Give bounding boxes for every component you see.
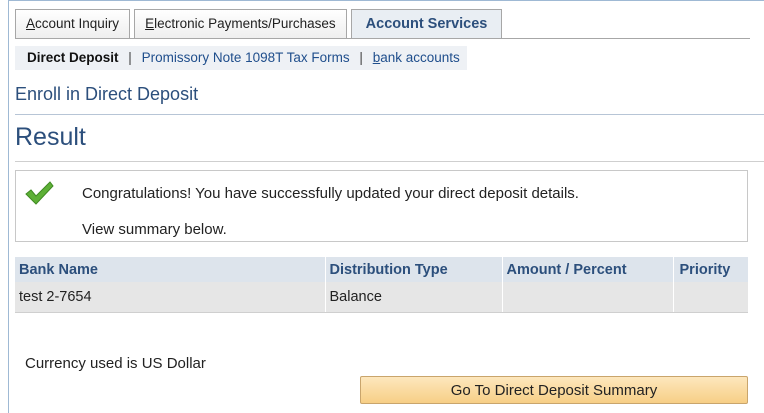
column-header-bank-name: Bank Name [15, 257, 326, 282]
subnav-link-promissory-note[interactable]: Promissory Note 1098T Tax Forms [142, 50, 350, 65]
table-header-row: Bank Name Distribution Type Amount / Per… [15, 257, 748, 282]
page-title: Result [15, 123, 86, 151]
column-header-amount-percent: Amount / Percent [502, 257, 674, 282]
tab-electronic-payments[interactable]: Electronic Payments/Purchases [134, 9, 347, 39]
subnav-separator: | [128, 50, 132, 65]
tab-bar: Account Inquiry Electronic Payments/Purc… [15, 9, 506, 39]
go-to-summary-button[interactable]: Go To Direct Deposit Summary [360, 376, 748, 404]
subnav-link-bank-accounts[interactable]: bank accounts [373, 50, 460, 65]
column-header-priority: Priority [673, 257, 748, 282]
subnav-current-direct-deposit: Direct Deposit [27, 50, 119, 65]
cell-bank-name: test 2-7654 [15, 282, 326, 313]
column-header-distribution-type: Distribution Type [325, 257, 503, 282]
success-message: Congratulations! You have successfully u… [82, 185, 579, 202]
page-subtitle: Enroll in Direct Deposit [15, 84, 199, 104]
tab-account-services[interactable]: Account Services [350, 9, 503, 39]
divider [15, 114, 764, 115]
currency-note: Currency used is US Dollar [25, 355, 206, 372]
tab-underline [15, 38, 750, 39]
cell-priority [673, 282, 748, 313]
subnav-separator: | [359, 50, 363, 65]
summary-hint: View summary below. [82, 221, 227, 238]
tab-account-inquiry[interactable]: Account Inquiry [15, 9, 131, 39]
table-row: test 2-7654 Balance [15, 282, 748, 313]
cell-amount-percent [502, 282, 674, 313]
subnav-bar: Direct Deposit | Promissory Note 1098T T… [15, 46, 467, 70]
checkmark-icon [25, 181, 54, 205]
deposit-table: Bank Name Distribution Type Amount / Per… [15, 257, 748, 313]
cell-distribution-type: Balance [325, 282, 503, 313]
success-message-box: Congratulations! You have successfully u… [15, 170, 748, 242]
divider [15, 161, 764, 162]
